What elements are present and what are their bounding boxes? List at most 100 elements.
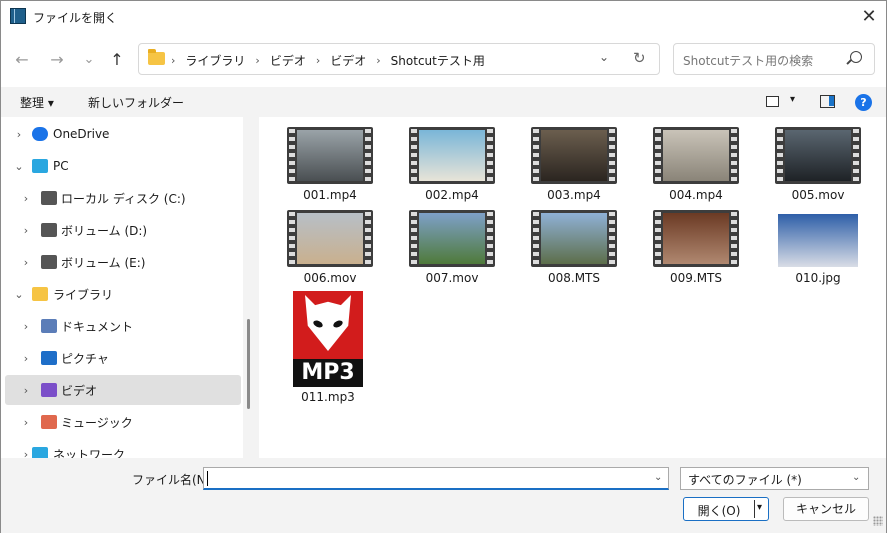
video-thumbnail [653, 127, 739, 184]
app-icon [10, 8, 26, 24]
file-name: 010.jpg [795, 271, 841, 285]
mp3-badge: MP3 [293, 359, 363, 387]
folder-icon [148, 49, 165, 65]
chevron-right-icon[interactable]: › [21, 448, 31, 459]
sidebar-item[interactable]: › ピクチャ [5, 343, 241, 373]
dialog-footer: ファイル名(N): ⌄ すべてのファイル (*) ⌄ 開く(O) ▾ キャンセル [1, 458, 886, 533]
file-item[interactable]: 001.mp4 [280, 127, 380, 207]
open-button[interactable]: 開く(O) ▾ [683, 497, 769, 521]
drive-icon [41, 255, 57, 269]
chevron-right-icon[interactable]: › [14, 128, 24, 141]
breadcrumb-item[interactable]: ビデオ [270, 52, 306, 69]
filename-input[interactable]: ⌄ [203, 467, 669, 490]
sidebar-item[interactable]: › ミュージック [5, 407, 241, 437]
video-frame [297, 130, 363, 181]
drive-icon [41, 223, 57, 237]
video-thumbnail [287, 127, 373, 184]
sidebar-item-label: ローカル ディスク (C:) [61, 191, 186, 206]
sidebar-item[interactable]: › ドキュメント [5, 311, 241, 341]
file-item[interactable]: 008.MTS [524, 210, 624, 290]
file-item[interactable]: 009.MTS [646, 210, 746, 290]
forward-button[interactable]: → [45, 47, 69, 71]
cancel-button[interactable]: キャンセル [783, 497, 869, 521]
file-name[interactable]: 011.mp3 [278, 390, 378, 404]
sidebar-item[interactable]: › ビデオ [5, 375, 241, 405]
video-frame [785, 130, 851, 181]
address-bar[interactable]: › ライブラリ › ビデオ › ビデオ › Shotcutテスト用 ⌄ ↻ [138, 43, 660, 75]
file-item[interactable]: 010.jpg [768, 210, 868, 290]
chevron-down-icon[interactable]: ⌄ [14, 160, 24, 173]
file-type-value: すべてのファイル (*) [688, 473, 802, 487]
file-item[interactable]: 002.mp4 [402, 127, 502, 207]
file-item[interactable]: 006.mov [280, 210, 380, 290]
file-name: 005.mov [791, 188, 845, 202]
file-list: MP3 011.mp3 001.mp4 002.mp4 003.mp4 004.mp4… [259, 117, 886, 458]
sidebar-item-label: ボリューム (D:) [61, 223, 148, 238]
sidebar-item[interactable]: › ネットワーク [5, 439, 241, 458]
breadcrumb-separator: › [255, 54, 260, 67]
mp3-file-icon[interactable]: MP3 [293, 291, 363, 387]
split-divider [754, 500, 755, 518]
breadcrumb-separator: › [171, 54, 176, 67]
help-icon[interactable]: ? [855, 94, 872, 111]
chevron-down-icon[interactable]: ⌄ [14, 288, 24, 301]
address-history-dropdown[interactable]: ⌄ [599, 50, 609, 64]
sidebar-item-label: ライブラリ [53, 287, 114, 302]
videos-icon [41, 383, 57, 397]
text-caret [207, 471, 208, 486]
search-box[interactable]: Shotcutテスト用の検索 [673, 43, 875, 75]
breadcrumb-item[interactable]: ライブラリ [185, 52, 245, 69]
new-folder-button[interactable]: 新しいフォルダー [88, 94, 184, 111]
chevron-right-icon[interactable]: › [21, 256, 31, 269]
chevron-right-icon[interactable]: › [21, 384, 31, 397]
chevron-right-icon[interactable]: › [21, 416, 31, 429]
resize-grip[interactable] [873, 516, 883, 526]
open-options-dropdown[interactable]: ▾ [757, 502, 762, 513]
video-thumbnail [287, 210, 373, 267]
sidebar-item-label: ボリューム (E:) [61, 255, 146, 270]
breadcrumb-item[interactable]: Shotcutテスト用 [391, 52, 485, 69]
drive-icon [41, 191, 57, 205]
preview-pane-icon[interactable] [820, 95, 835, 108]
breadcrumb-separator: › [376, 54, 381, 67]
search-icon[interactable] [850, 51, 862, 63]
navigation-pane: › OneDrive ⌄ PC › ローカル ディスク (C:) › ボリューム (D:) › ボ… [1, 117, 243, 458]
search-placeholder: Shotcutテスト用の検索 [683, 54, 814, 68]
video-frame [419, 130, 485, 181]
chevron-right-icon[interactable]: › [21, 320, 31, 333]
navigation-scrollbar[interactable] [247, 319, 250, 409]
sidebar-item[interactable]: ⌄ ライブラリ [5, 279, 241, 309]
sidebar-item[interactable]: › ボリューム (D:) [5, 215, 241, 245]
sidebar-item[interactable]: › ローカル ディスク (C:) [5, 183, 241, 213]
filename-history-dropdown[interactable]: ⌄ [654, 472, 662, 483]
title-bar: ファイルを開く ✕ [1, 1, 886, 32]
pictures-icon [41, 351, 57, 365]
chevron-right-icon[interactable]: › [21, 352, 31, 365]
back-button[interactable]: ← [10, 47, 34, 71]
recent-locations-button[interactable]: ⌄ [77, 47, 101, 71]
view-icon[interactable] [766, 96, 779, 107]
view-dropdown[interactable]: ▾ [790, 94, 795, 105]
open-button-label: 開く(O) [697, 504, 741, 518]
breadcrumb-item[interactable]: ビデオ [330, 52, 366, 69]
file-item[interactable]: 003.mp4 [524, 127, 624, 207]
sidebar-item-label: ネットワーク [53, 447, 126, 459]
close-button[interactable]: ✕ [854, 5, 884, 27]
chevron-right-icon[interactable]: › [21, 192, 31, 205]
sidebar-item[interactable]: › ボリューム (E:) [5, 247, 241, 277]
file-type-select[interactable]: すべてのファイル (*) ⌄ [680, 467, 869, 490]
file-name: 006.mov [303, 271, 357, 285]
file-item[interactable]: 004.mp4 [646, 127, 746, 207]
sidebar-item[interactable]: › OneDrive [5, 119, 241, 149]
file-item[interactable]: 007.mov [402, 210, 502, 290]
file-item[interactable]: 005.mov [768, 127, 868, 207]
refresh-icon[interactable]: ↻ [633, 49, 646, 67]
chevron-right-icon[interactable]: › [21, 224, 31, 237]
up-button[interactable]: ↑ [105, 47, 129, 71]
fox-logo-icon [305, 295, 351, 351]
organize-button[interactable]: 整理 ▾ [20, 94, 54, 111]
sidebar-item-label: ミュージック [61, 415, 133, 430]
breadcrumb: › ライブラリ › ビデオ › ビデオ › Shotcutテスト用 [171, 52, 485, 69]
sidebar-item[interactable]: ⌄ PC [5, 151, 241, 181]
sidebar-item-label: ピクチャ [61, 351, 109, 366]
